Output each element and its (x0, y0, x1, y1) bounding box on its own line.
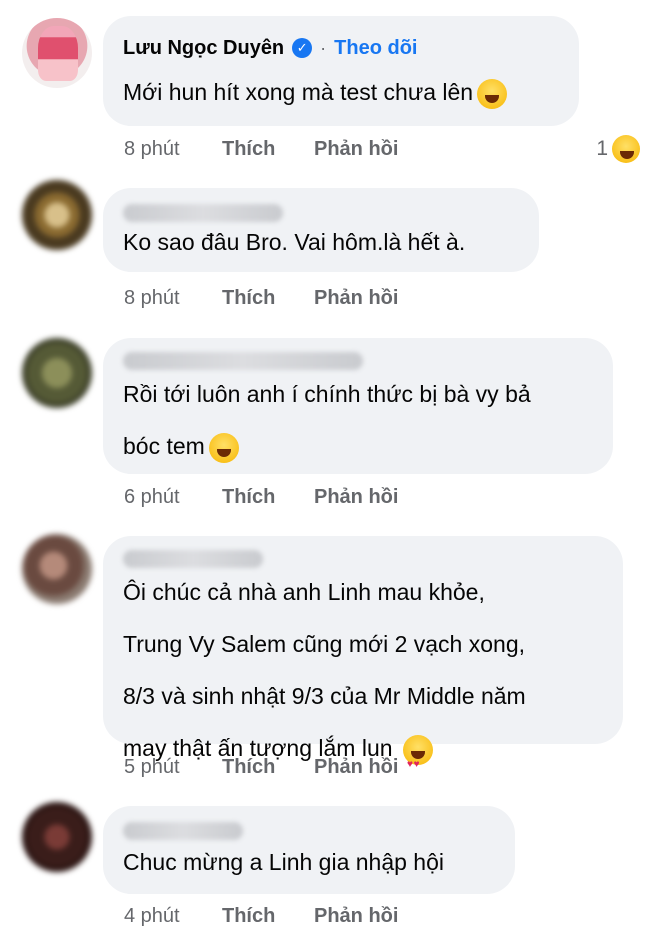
reply-button[interactable]: Phản hồi (314, 486, 398, 509)
comment-actions: 8 phút Thích Phản hồi (124, 283, 398, 313)
reply-button[interactable]: Phản hồi (314, 287, 398, 310)
comment-text-content: Rồi tới luôn anh í chính thức bị bà vy b… (123, 381, 531, 459)
comment-time[interactable]: 4 phút (124, 905, 222, 928)
comment-time[interactable]: 8 phút (124, 138, 222, 161)
rolling-laughing-emoji-icon (208, 432, 239, 463)
follow-button[interactable]: Theo dõi (334, 37, 417, 60)
reply-button[interactable]: Phản hồi (314, 905, 398, 928)
author-row: Lưu Ngọc Duyên ✓ · Theo dõi (123, 30, 559, 66)
reaction-summary[interactable]: 1 (596, 134, 640, 164)
like-button[interactable]: Thích (222, 138, 314, 161)
avatar[interactable] (22, 802, 92, 872)
comment-text: Ôi chúc cả nhà anh Linh mau khỏe, Trung … (123, 566, 603, 791)
laughing-squint-emoji-icon (612, 135, 640, 163)
avatar[interactable] (22, 18, 92, 88)
separator-dot: · (320, 37, 327, 58)
reaction-count: 1 (596, 137, 608, 160)
comment-time[interactable]: 6 phút (124, 486, 222, 509)
comment-text: Chuc mừng a Linh gia nhập hội (123, 849, 445, 875)
like-button[interactable]: Thích (222, 287, 314, 310)
comment-bubble: Rồi tới luôn anh í chính thức bị bà vy b… (103, 338, 613, 474)
like-button[interactable]: Thích (222, 756, 314, 779)
reply-button[interactable]: Phản hồi (314, 756, 398, 779)
heart-eyes-emoji-icon (402, 734, 433, 791)
avatar[interactable] (22, 180, 92, 250)
avatar[interactable] (22, 338, 92, 408)
author-name[interactable]: Lưu Ngọc Duyên (123, 37, 284, 60)
verified-badge-icon: ✓ (292, 38, 313, 58)
comment-text: Rồi tới luôn anh í chính thức bị bà vy b… (123, 368, 593, 472)
comment-actions: 8 phút Thích Phản hồi (124, 134, 398, 164)
author-name-blurred (123, 550, 263, 568)
comment-text: Ko sao đâu Bro. Vai hôm.là hết à. (123, 229, 466, 255)
author-name-blurred (123, 822, 243, 840)
comment-actions: 4 phút Thích Phản hồi (124, 901, 398, 931)
comment-bubble: Ôi chúc cả nhà anh Linh mau khỏe, Trung … (103, 536, 623, 791)
grinning-sweat-emoji-icon (477, 78, 508, 109)
comment-time[interactable]: 8 phút (124, 287, 222, 310)
comment-bubble: Ko sao đâu Bro. Vai hôm.là hết à. (103, 188, 539, 272)
comment-bubble: Chuc mừng a Linh gia nhập hội (103, 806, 515, 894)
comment-actions: 6 phút Thích Phản hồi (124, 482, 398, 512)
comment-bubble: Lưu Ngọc Duyên ✓ · Theo dõi Mới hun hít … (103, 16, 579, 126)
reply-button[interactable]: Phản hồi (314, 138, 398, 161)
comment-text: Mới hun hít xong mà test chưa lên (123, 66, 559, 118)
avatar[interactable] (22, 534, 92, 604)
author-name-blurred (123, 352, 363, 370)
author-name-blurred (123, 204, 283, 222)
comment-actions: 5 phút Thích Phản hồi (124, 752, 398, 782)
comment-text-content: Ôi chúc cả nhà anh Linh mau khỏe, Trung … (123, 579, 526, 761)
comment-time[interactable]: 5 phút (124, 756, 222, 779)
comment-text-content: Mới hun hít xong mà test chưa lên (123, 79, 474, 105)
like-button[interactable]: Thích (222, 905, 314, 928)
like-button[interactable]: Thích (222, 486, 314, 509)
avatar-figure (38, 26, 78, 81)
